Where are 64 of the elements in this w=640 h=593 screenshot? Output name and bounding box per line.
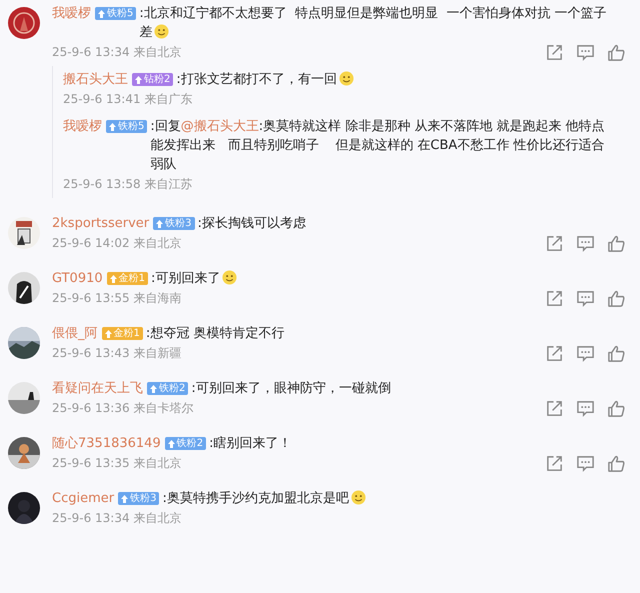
fan-badge: 金粉1	[102, 327, 143, 340]
arrow-up-icon	[110, 274, 117, 282]
user-name[interactable]: 随心7351836149	[52, 434, 161, 453]
thumbs-up-icon[interactable]	[607, 234, 626, 252]
comment-text: :瞎别回来了！	[209, 435, 292, 453]
arrow-up-icon	[98, 10, 105, 18]
comment-meta: 25-9-6 13:35 来自北京	[52, 454, 182, 472]
arrow-up-icon	[121, 494, 128, 502]
share-icon[interactable]	[545, 454, 564, 472]
share-icon[interactable]	[545, 234, 564, 252]
share-icon[interactable]	[545, 42, 564, 62]
comment-icon[interactable]	[576, 234, 595, 252]
user-name[interactable]: GT0910	[52, 269, 103, 288]
comment-text: :北京和辽宁都不太想要了 特点明显但是弊端也明显 一个害怕身体对抗 一个篮子差	[139, 5, 608, 42]
comment-icon[interactable]	[576, 344, 595, 362]
user-name[interactable]: 看疑问在天上飞	[52, 379, 143, 398]
comment-meta: 25-9-6 13:34 来自北京	[52, 44, 182, 60]
fan-badge: 铁粉2	[164, 437, 206, 450]
share-icon[interactable]	[545, 288, 564, 308]
fan-badge: 铁粉3	[153, 217, 195, 230]
mention-link[interactable]: @搬石头大王	[180, 119, 259, 134]
comment-meta: 25-9-6 13:41 来自广东	[63, 90, 192, 108]
arrow-up-icon	[168, 440, 175, 448]
fan-badge: 铁粉2	[147, 382, 188, 395]
arrow-up-icon	[104, 330, 112, 338]
comment-text: :探长掏钱可以考虑	[198, 215, 307, 233]
share-icon[interactable]	[545, 344, 564, 362]
comment-meta: 25-9-6 13:58 来自江苏	[63, 176, 192, 192]
comment-icon[interactable]	[576, 398, 595, 418]
arrow-up-icon	[109, 122, 116, 130]
user-name[interactable]: 我嗳椤	[63, 117, 102, 136]
thumbs-up-icon[interactable]	[607, 344, 626, 362]
share-icon[interactable]	[545, 398, 564, 418]
comment-icon[interactable]	[576, 454, 595, 472]
fan-badge: 铁粉5	[106, 120, 148, 133]
comment-text: :可别回来了	[151, 269, 610, 288]
thumbs-up-icon[interactable]	[607, 398, 626, 418]
user-name[interactable]: Ccgiemer	[52, 489, 114, 508]
comment-meta: 25-9-6 13:43 来自新疆	[52, 344, 182, 362]
comment-icon[interactable]	[576, 288, 595, 308]
fan-badge: 金粉1	[106, 272, 148, 285]
arrow-up-icon	[156, 220, 164, 228]
comment-text: :可别回来了，眼神防守，一碰就倒	[191, 380, 392, 398]
arrow-up-icon	[135, 76, 142, 84]
comment-meta: 25-9-6 13:55 来自海南	[52, 290, 182, 306]
arrow-up-icon	[150, 384, 157, 392]
fan-badge: 铁粉5	[95, 7, 136, 20]
fan-badge: 钻粉2	[132, 73, 174, 86]
user-name[interactable]: 偎偎_阿	[52, 324, 98, 343]
thumbs-up-icon[interactable]	[607, 288, 626, 308]
thumbs-up-icon[interactable]	[607, 42, 626, 62]
thumbs-up-icon[interactable]	[607, 454, 626, 472]
fan-badge: 铁粉3	[118, 492, 160, 505]
user-name[interactable]: 2ksportsserver	[52, 214, 150, 233]
comment-meta: 25-9-6 14:02 来自北京	[52, 234, 182, 252]
comment-text: :打张文艺都打不了，有一回	[176, 70, 606, 89]
comment-icon[interactable]	[576, 42, 595, 62]
comment-text: :奥莫特携手沙约克加盟北京是吧	[162, 489, 610, 508]
user-name[interactable]: 搬石头大王	[63, 70, 128, 89]
user-name[interactable]: 我嗳椤	[52, 4, 91, 23]
comment-text: :想夺冠 奥模特肯定不行	[146, 325, 286, 343]
comment-text: :回复@搬石头大王:奥莫特就这样 除非是那种 从来不落阵地 就是跑起来 他特点能发挥出来 而且特别吃哨子 但是就这样的 在CBA不愁工作 性价比还行适合弱队	[150, 118, 606, 174]
comment-meta: 25-9-6 13:34 来自北京	[52, 510, 182, 526]
comment-meta: 25-9-6 13:36 来自卡塔尔	[52, 400, 194, 416]
